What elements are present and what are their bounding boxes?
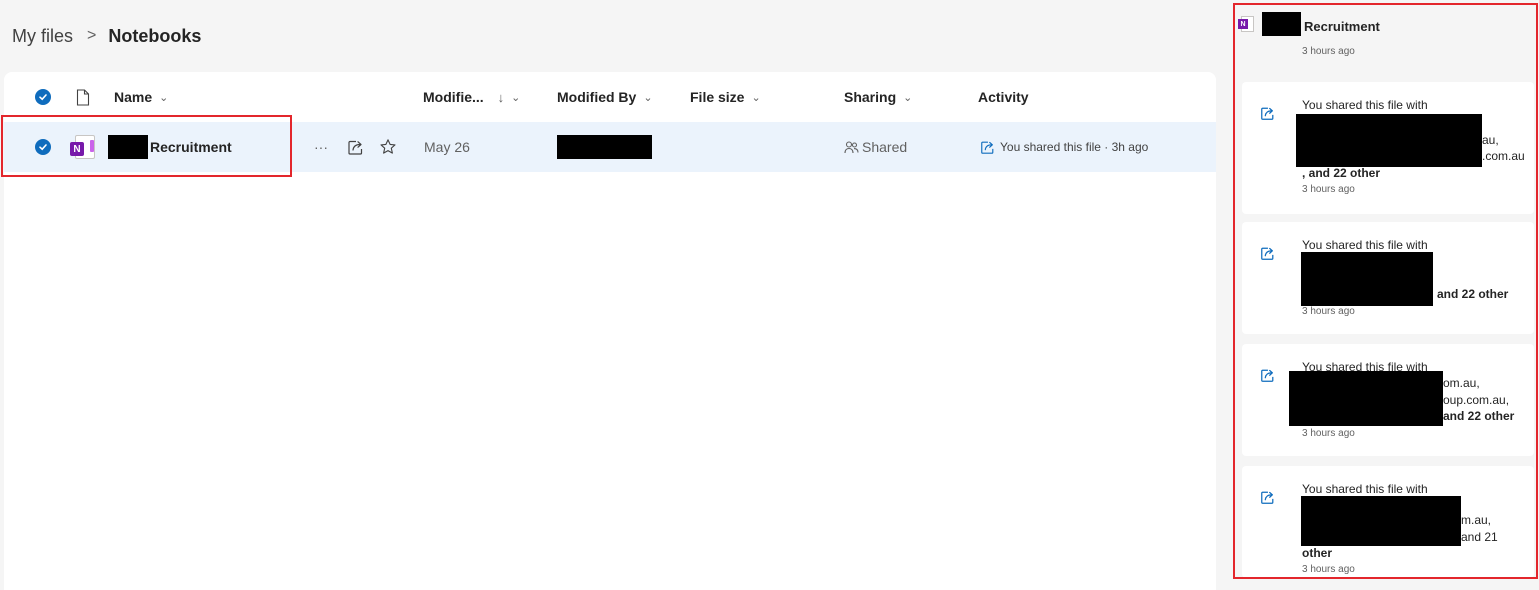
activity-card: You shared this file with m.au, and 21 o… (1242, 466, 1534, 578)
activity-lead: You shared this file with (1302, 238, 1428, 252)
select-all-checkbox[interactable] (35, 72, 51, 122)
chevron-down-icon: ⌄ (903, 91, 913, 104)
column-modified-by-label: Modified By (557, 89, 637, 105)
activity-card: You shared this file with au, .com.au , … (1242, 82, 1534, 214)
column-sharing-label: Sharing (844, 89, 897, 105)
favorite-button[interactable] (379, 122, 397, 172)
file-type-column[interactable] (76, 72, 90, 122)
column-name[interactable]: Name ⌄ (114, 72, 168, 122)
activity-line: m.au, (1461, 513, 1492, 527)
sharing-label: Shared (862, 139, 908, 155)
share-icon (348, 140, 363, 155)
file-list: Name ⌄ Modifie... ↓ ⌄ Modified By ⌄ File… (4, 72, 1216, 590)
chevron-down-icon: ⌄ (511, 91, 521, 104)
file-name[interactable]: Recruitment (150, 139, 232, 155)
activity-lead: You shared this file with (1302, 98, 1428, 112)
file-list-header: Name ⌄ Modifie... ↓ ⌄ Modified By ⌄ File… (4, 72, 1216, 122)
activity-time: 3 hours ago (1302, 564, 1355, 575)
activity-cell[interactable]: You shared this file · 3h ago (980, 122, 1148, 172)
column-modified[interactable]: Modifie... ↓ ⌄ (423, 72, 520, 122)
redacted-block (557, 135, 652, 159)
breadcrumb-separator-icon: > (87, 27, 97, 44)
activity-text: You shared this file · 3h ago (1000, 140, 1149, 154)
activity-time: 3 hours ago (1302, 428, 1355, 439)
activity-card: You shared this file with om.au, oup.com… (1242, 344, 1534, 456)
files-pane: My files > Notebooks Name ⌄ Modifie... ↓… (0, 0, 1216, 590)
activity-card: You shared this file with and 22 other 3… (1242, 222, 1534, 334)
redacted-block (1289, 371, 1443, 426)
people-icon (844, 140, 859, 153)
breadcrumb-notebooks: Notebooks (108, 25, 202, 46)
share-icon (1260, 368, 1275, 388)
chevron-down-icon: ⌄ (751, 91, 761, 104)
column-modified-by[interactable]: Modified By ⌄ (557, 72, 653, 122)
column-file-size-label: File size (690, 89, 745, 105)
details-header: N Recruitment 3 hours ago (1238, 10, 1534, 70)
check-icon (35, 139, 51, 155)
redacted-block (1301, 252, 1433, 306)
column-activity[interactable]: Activity (978, 72, 1029, 122)
activity-line: au, (1482, 133, 1499, 147)
share-button[interactable] (347, 122, 364, 172)
redacted-block (108, 135, 148, 159)
column-file-size[interactable]: File size ⌄ (690, 72, 761, 122)
breadcrumb: My files > Notebooks (12, 24, 201, 48)
chevron-down-icon: ⌄ (159, 91, 169, 104)
more-actions-button[interactable]: ··· (314, 122, 328, 172)
table-row[interactable]: N Recruitment ··· May 26 Shared You shar… (4, 122, 1216, 172)
check-icon (35, 89, 51, 105)
modified-by-cell (557, 122, 652, 172)
sort-down-icon: ↓ (497, 89, 505, 105)
activity-line: and 21 (1461, 530, 1498, 544)
activity-line: .com.au (1482, 149, 1525, 163)
activity-line: and 22 other (1437, 287, 1509, 301)
column-name-label: Name (114, 89, 153, 105)
redacted-block (1296, 114, 1482, 167)
breadcrumb-my-files[interactable]: My files (12, 26, 73, 47)
chevron-down-icon: ⌄ (643, 91, 653, 104)
redacted-block (1301, 496, 1461, 546)
activity-line: and 22 other (1443, 409, 1515, 423)
star-icon (380, 139, 396, 154)
details-time: 3 hours ago (1302, 46, 1355, 57)
column-sharing[interactable]: Sharing ⌄ (844, 72, 912, 122)
column-activity-label: Activity (978, 89, 1029, 105)
activity-line: other (1302, 546, 1332, 560)
activity-time: 3 hours ago (1302, 184, 1355, 195)
share-icon (981, 141, 994, 154)
onenote-icon: N (70, 122, 96, 172)
activity-line: oup.com.au, (1443, 393, 1510, 407)
share-icon (1260, 246, 1275, 266)
activity-line: , and 22 other (1302, 166, 1381, 180)
activity-lead: You shared this file with (1302, 482, 1428, 496)
share-icon (1260, 106, 1275, 126)
row-checkbox[interactable] (35, 122, 51, 172)
details-title: Recruitment (1304, 19, 1380, 34)
onenote-icon: N (1238, 16, 1254, 32)
activity-line: om.au, (1443, 376, 1480, 390)
file-name-cell[interactable]: Recruitment (108, 122, 232, 172)
share-icon (1260, 490, 1275, 510)
more-icon: ··· (314, 139, 328, 155)
column-modified-label: Modifie... (423, 89, 484, 105)
redacted-block (1262, 12, 1301, 36)
activity-time: 3 hours ago (1302, 306, 1355, 317)
file-type-icon (76, 88, 90, 106)
sharing-status[interactable]: Shared (844, 122, 907, 172)
modified-date: May 26 (424, 139, 470, 155)
